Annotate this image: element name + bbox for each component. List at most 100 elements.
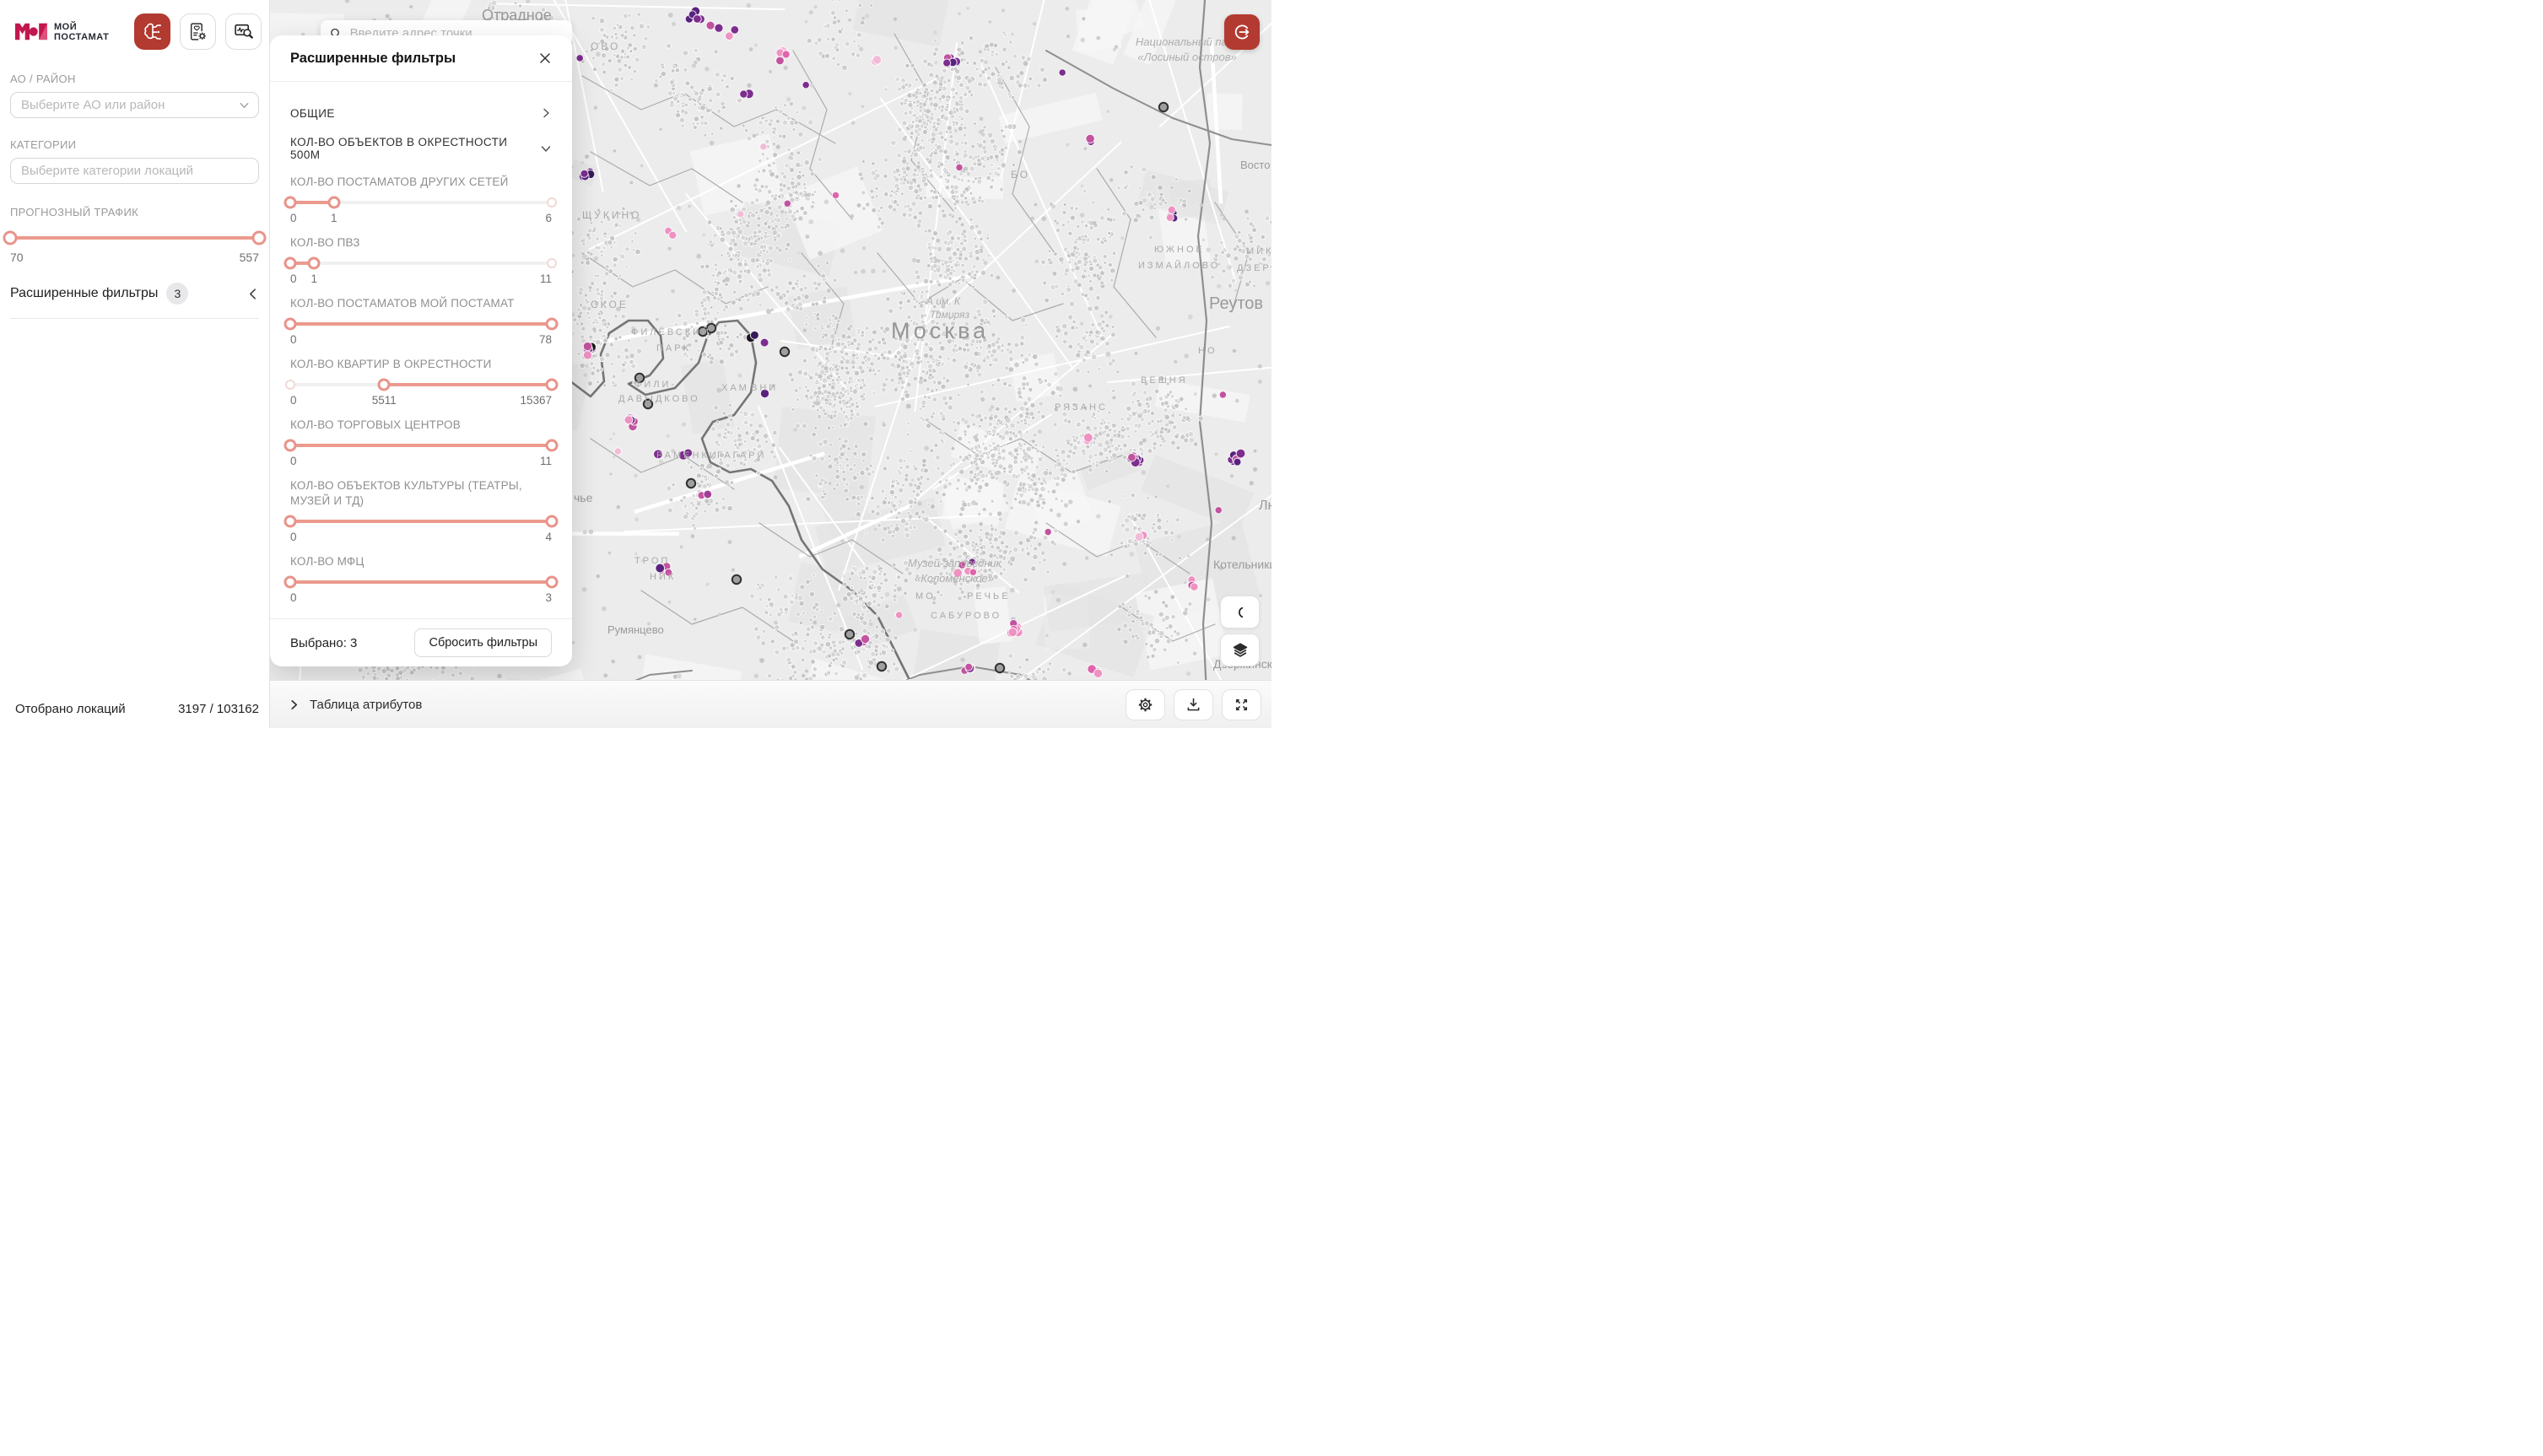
filter-slider-row: КОЛ-ВО ТОРГОВЫХ ЦЕНТРОВ011 xyxy=(290,418,552,470)
advanced-filters-toggle[interactable]: Расширенные фильтры 3 xyxy=(10,283,259,319)
slider-max-value: 11 xyxy=(540,455,552,467)
ai-analysis-button[interactable] xyxy=(134,13,170,50)
slider-handle-min[interactable] xyxy=(284,439,297,452)
filter-slider-row: КОЛ-ВО МФЦ03 xyxy=(290,554,552,607)
traffic-max-value: 557 xyxy=(240,251,259,264)
slider-track[interactable] xyxy=(290,196,552,209)
report-settings-icon xyxy=(187,21,208,42)
app-root: ОтрадноеНациональный парк«Лосиный остров… xyxy=(0,0,1272,728)
slider-label: КОЛ-ВО ПОСТАМАТОВ МОЙ ПОСТАМАТ xyxy=(290,296,552,311)
chevron-left-icon xyxy=(246,288,259,300)
ao-district-input[interactable] xyxy=(19,97,239,113)
slider-max-value: 11 xyxy=(540,272,552,285)
gear-icon xyxy=(1137,696,1154,714)
close-button[interactable] xyxy=(535,48,555,68)
section-nearby-objects[interactable]: КОЛ-ВО ОБЪЕКТОВ В ОКРЕСТНОСТИ 500М xyxy=(290,131,552,166)
fullscreen-icon xyxy=(1233,696,1250,714)
slider-track[interactable] xyxy=(290,439,552,452)
advanced-filters-modal: Расширенные фильтры ОБЩИЕ КОЛ-ВО ОБЪЕКТО… xyxy=(270,35,572,666)
section-general[interactable]: ОБЩИЕ xyxy=(290,95,552,131)
logout-button[interactable] xyxy=(1224,14,1260,50)
search-analytics-button[interactable] xyxy=(225,13,262,50)
slider-ghost-handle xyxy=(285,380,295,390)
categories-label: КАТЕГОРИИ xyxy=(10,138,259,151)
close-icon xyxy=(538,51,552,65)
slider-track[interactable] xyxy=(290,515,552,528)
filter-slider-row: КОЛ-ВО ПОСТАМАТОВ МОЙ ПОСТАМАТ 0 78 xyxy=(290,296,552,348)
logo-text: МОЙПОСТАМАТ xyxy=(54,22,109,42)
chevron-down-icon xyxy=(239,100,250,111)
download-button[interactable] xyxy=(1174,689,1213,720)
selected-count: Выбрано: 3 xyxy=(290,636,357,650)
slider-handle-min[interactable] xyxy=(284,515,297,528)
slider-track[interactable] xyxy=(290,256,552,270)
slider-handle-min[interactable] xyxy=(284,576,297,589)
arc-tool-button[interactable] xyxy=(1220,596,1260,628)
traffic-slider[interactable] xyxy=(10,230,259,245)
slider-handle-min[interactable] xyxy=(284,197,297,209)
slider-handle-min[interactable] xyxy=(284,318,297,331)
layers-button[interactable] xyxy=(1220,634,1260,666)
logo-mark xyxy=(15,19,47,44)
slider-track[interactable] xyxy=(290,378,552,391)
slider-max-value: 78 xyxy=(539,333,552,346)
slider-handle-max[interactable] xyxy=(327,197,340,209)
slider-min-value: 0 xyxy=(290,333,297,346)
sidebar: МОЙПОСТАМАТ АО / РАЙОН КАТЕГОРИИ xyxy=(0,0,270,728)
filter-slider-row: КОЛ-ВО ПВЗ0111 xyxy=(290,235,552,288)
attributes-table-label: Таблица атрибутов xyxy=(310,698,422,712)
slider-values: 0 5511 15367 xyxy=(290,394,552,409)
report-settings-button[interactable] xyxy=(180,13,216,50)
slider-min-value: 0 xyxy=(290,272,297,285)
ao-district-select[interactable] xyxy=(10,92,259,118)
slider-handle-max[interactable] xyxy=(546,439,559,452)
slider-current-value: 5511 xyxy=(372,394,397,407)
slider-handle-max[interactable] xyxy=(546,515,559,528)
slider-handle-max[interactable] xyxy=(546,576,559,589)
fullscreen-button[interactable] xyxy=(1222,689,1261,720)
slider-track[interactable] xyxy=(290,317,552,331)
filters-count-badge: 3 xyxy=(166,283,188,305)
slider-label: КОЛ-ВО ТОРГОВЫХ ЦЕНТРОВ xyxy=(290,418,552,433)
settings-button[interactable] xyxy=(1126,689,1165,720)
chevron-down-icon xyxy=(540,143,552,154)
slider-track[interactable] xyxy=(290,575,552,589)
status-label: Отобрано локаций xyxy=(15,702,126,716)
slider-values: 03 xyxy=(290,591,552,607)
categories-select[interactable] xyxy=(10,158,259,184)
traffic-slider-handle-min[interactable] xyxy=(3,231,18,245)
logo[interactable]: МОЙПОСТАМАТ xyxy=(15,19,109,44)
slider-ghost-handle xyxy=(547,258,557,268)
slider-label: КОЛ-ВО МФЦ xyxy=(290,554,552,569)
slider-max-value: 15367 xyxy=(520,394,552,407)
traffic-slider-handle-max[interactable] xyxy=(252,231,267,245)
slider-handle-max[interactable] xyxy=(308,257,321,270)
slider-handle-max[interactable] xyxy=(546,379,559,391)
filter-slider-row: КОЛ-ВО ПОСТАМАТОВ ДРУГИХ СЕТЕЙ016 xyxy=(290,175,552,227)
slider-values: 0111 xyxy=(290,272,552,288)
slider-handle-min[interactable] xyxy=(284,257,297,270)
reset-filters-button[interactable]: Сбросить фильтры xyxy=(414,628,552,657)
slider-handle-min[interactable] xyxy=(378,379,391,391)
modal-body: ОБЩИЕ КОЛ-ВО ОБЪЕКТОВ В ОКРЕСТНОСТИ 500М… xyxy=(270,82,572,618)
slider-label: КОЛ-ВО ПВЗ xyxy=(290,235,552,251)
ao-district-label: АО / РАЙОН xyxy=(10,73,259,85)
logout-icon xyxy=(1232,22,1252,42)
categories-input[interactable] xyxy=(19,163,250,179)
chevron-right-icon xyxy=(540,107,552,119)
slider-min-value: 0 xyxy=(290,591,297,604)
traffic-label: ПРОГНОЗНЫЙ ТРАФИК xyxy=(10,206,259,218)
slider-values: 0 78 xyxy=(290,333,552,348)
attributes-table-toggle[interactable]: Таблица атрибутов xyxy=(289,698,422,712)
traffic-min-value: 70 xyxy=(10,251,24,264)
slider-min-value: 0 xyxy=(290,394,297,407)
status-value: 3197 / 103162 xyxy=(178,702,259,716)
attributes-table-bar: Таблица атрибутов xyxy=(270,680,1272,728)
slider-ghost-handle xyxy=(547,197,557,208)
map-area: ОтрадноеНациональный парк«Лосиный остров… xyxy=(270,0,1272,728)
slider-handle-max[interactable] xyxy=(546,318,559,331)
slider-max-value: 4 xyxy=(545,531,552,543)
slider-current-value: 1 xyxy=(331,212,337,224)
arc-icon xyxy=(1231,603,1250,622)
slider-max-value: 3 xyxy=(545,591,552,604)
